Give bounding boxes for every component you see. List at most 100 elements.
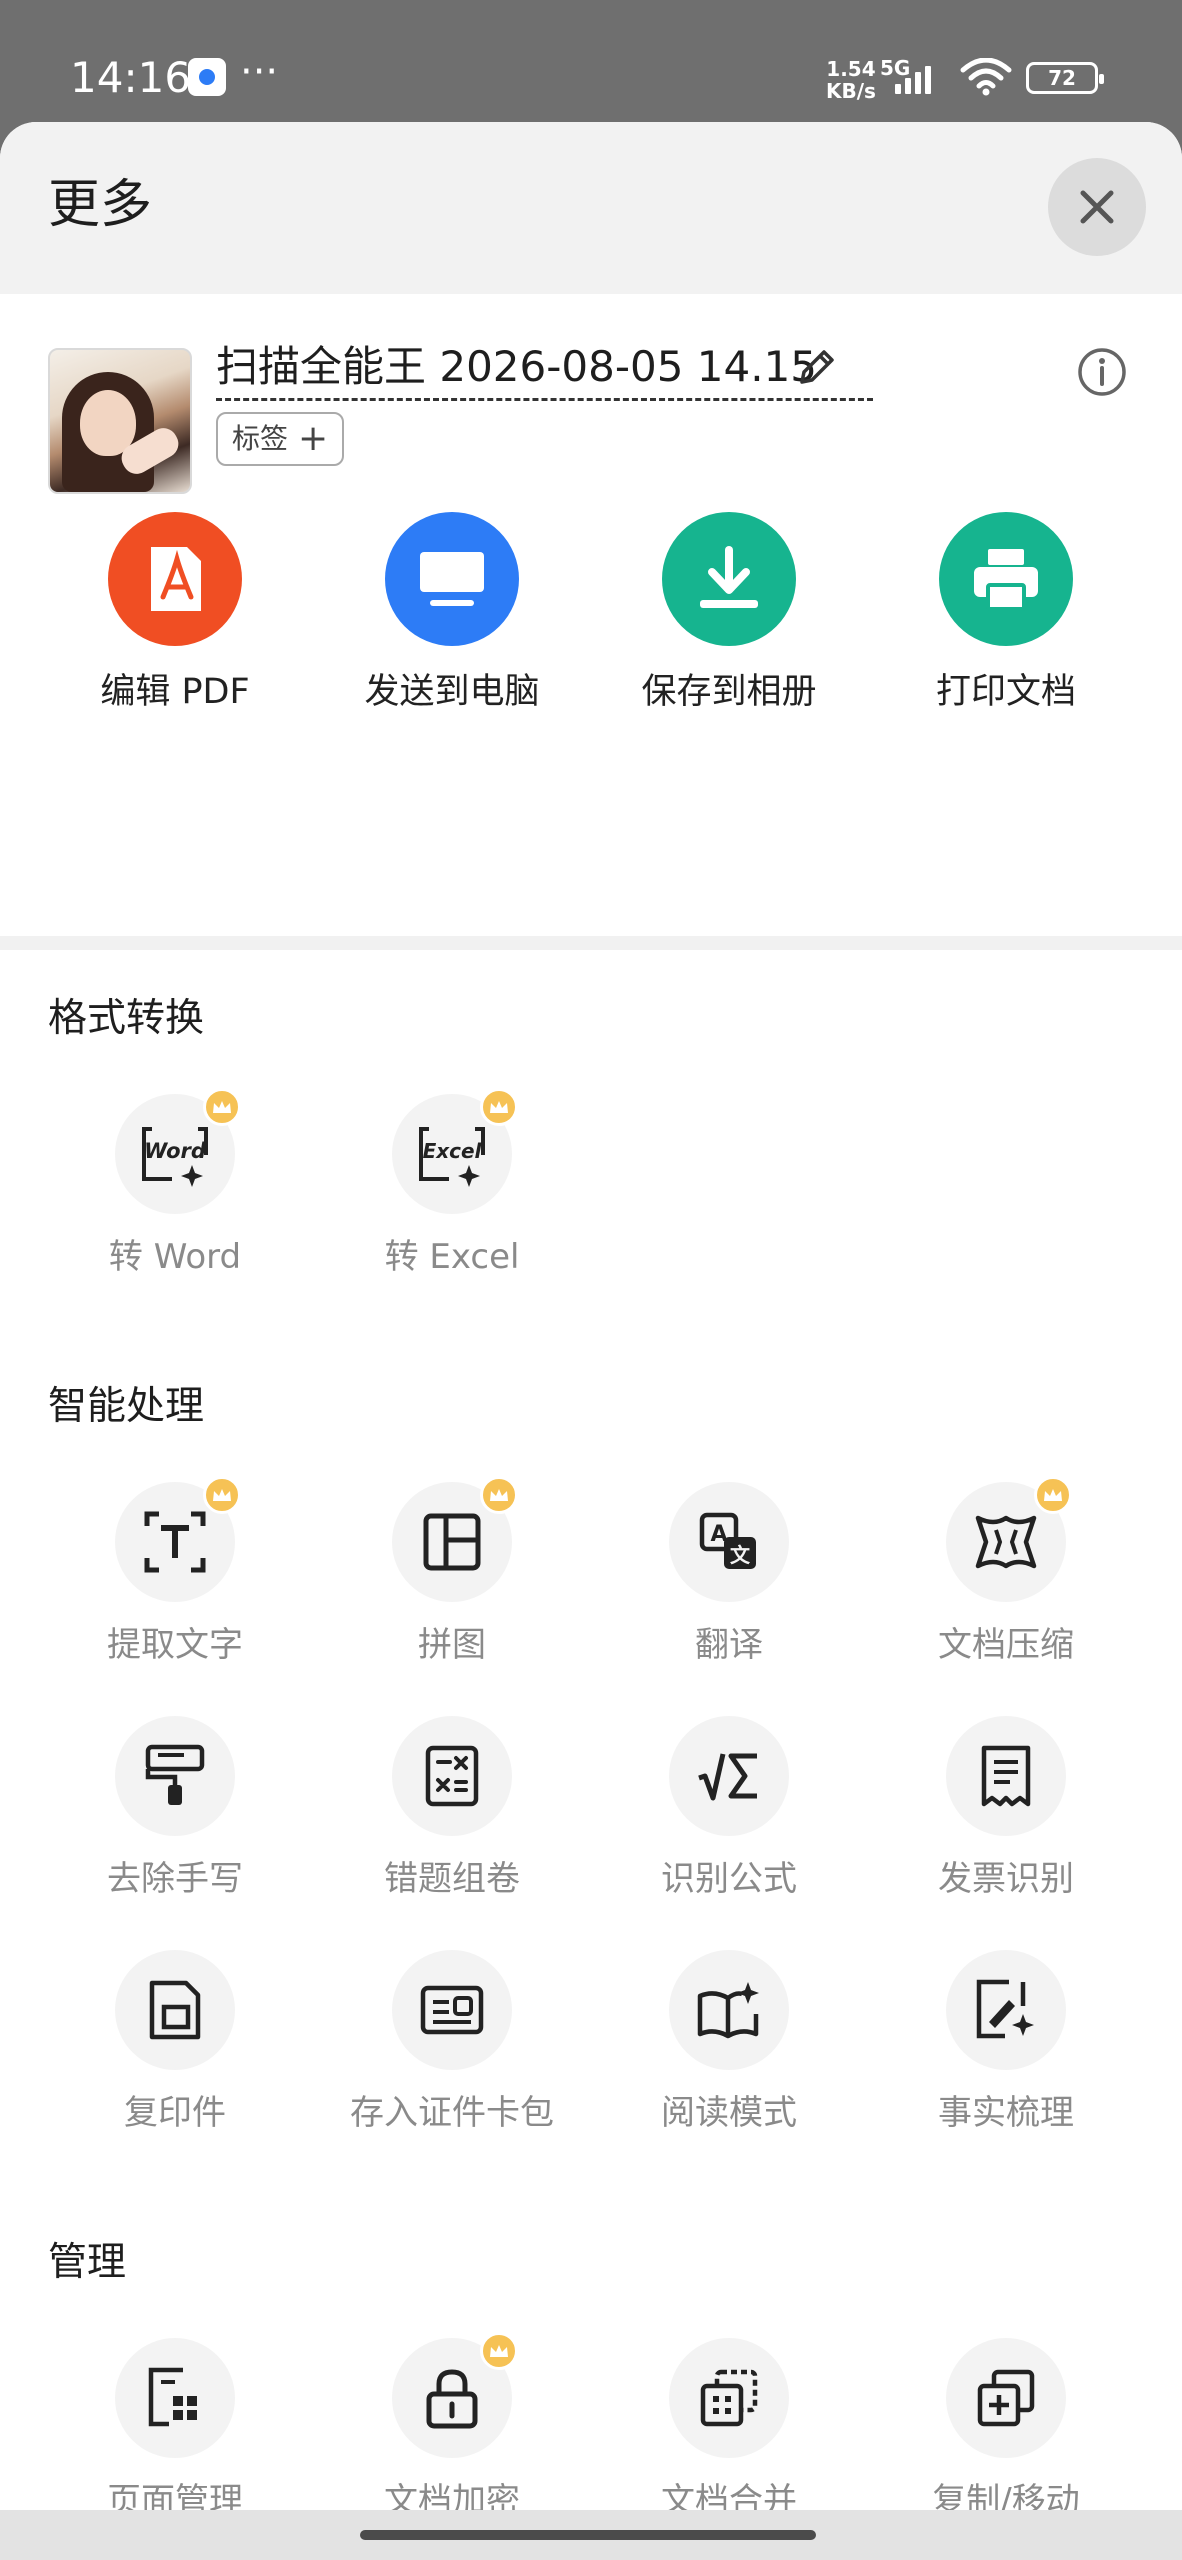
premium-crown-icon: [203, 1476, 241, 1514]
tool-label: 提取文字: [107, 1625, 243, 1665]
excel-icon: Excel: [392, 1088, 518, 1214]
action-label: 编辑 PDF: [100, 672, 250, 712]
merge-icon: [669, 2338, 789, 2458]
more-dots-icon: ···: [240, 49, 279, 95]
convert-excel-button[interactable]: Excel 转 Excel: [313, 1088, 591, 1280]
fact-sorting-button[interactable]: 事实梳理: [867, 1950, 1145, 2136]
recognize-formula-button[interactable]: 识别公式: [590, 1716, 868, 1902]
tool-label: 阅读模式: [661, 2093, 797, 2133]
wifi-icon: [960, 58, 1012, 96]
open-book-icon: [669, 1950, 789, 2070]
premium-crown-icon: [480, 1476, 518, 1514]
premium-crown-icon: [480, 2332, 518, 2370]
premium-crown-icon: [1034, 1476, 1072, 1514]
save-to-card-wallet-button[interactable]: 存入证件卡包: [313, 1950, 591, 2136]
signal-icon: [895, 62, 931, 94]
page-grid-icon: [115, 2338, 235, 2458]
download-icon: [662, 512, 796, 646]
tool-label: 复制/移动: [932, 2481, 1080, 2510]
print-document-button[interactable]: 打印文档: [867, 512, 1145, 716]
convert-word-button[interactable]: Word 转 Word: [36, 1088, 314, 1280]
monitor-icon: [385, 512, 519, 646]
svg-text:文: 文: [730, 1543, 751, 1567]
text-extract-icon: [115, 1476, 241, 1602]
ai-document-icon: [946, 1950, 1066, 2070]
info-icon[interactable]: [1076, 346, 1128, 398]
remove-handwriting-button[interactable]: 去除手写: [36, 1716, 314, 1902]
photocopy-button[interactable]: 复印件: [36, 1950, 314, 2136]
document-name-text: 扫描全能王 2026-08-05 14.15: [216, 342, 818, 391]
invoice-recognition-button[interactable]: 发票识别: [867, 1716, 1145, 1902]
tool-label: 页面管理: [107, 2481, 243, 2510]
extract-text-button[interactable]: 提取文字: [36, 1476, 314, 1668]
tool-label: 存入证件卡包: [350, 2093, 554, 2133]
divider: [0, 936, 1182, 950]
reading-mode-button[interactable]: 阅读模式: [590, 1950, 868, 2136]
tool-label: 转 Excel: [384, 1237, 520, 1277]
premium-crown-icon: [480, 1088, 518, 1126]
tool-label: 文档压缩: [938, 1625, 1074, 1665]
tool-label: 错题组卷: [384, 1859, 520, 1899]
tool-label: 去除手写: [107, 1859, 243, 1899]
home-gesture-handle[interactable]: [360, 2530, 816, 2540]
premium-crown-icon: [203, 1088, 241, 1126]
save-to-album-button[interactable]: 保存到相册: [590, 512, 868, 716]
status-time: 14:16: [70, 53, 192, 102]
network-speed: 1.54 KB/s: [826, 58, 876, 102]
copy-move-button[interactable]: 复制/移动: [867, 2338, 1145, 2510]
status-bar: 14:16 ··· 1.54 KB/s 5G 72: [0, 0, 1182, 122]
section-title-format: 格式转换: [48, 996, 205, 1041]
section-title-manage: 管理: [48, 2240, 127, 2285]
tag-label: 标签: [232, 422, 289, 455]
compress-document-button[interactable]: 文档压缩: [867, 1476, 1145, 1668]
send-to-pc-button[interactable]: 发送到电脑: [313, 512, 591, 716]
battery-icon: 72: [1026, 62, 1104, 94]
formula-icon: [669, 1716, 789, 1836]
copy-icon: [946, 2338, 1066, 2458]
page-management-button[interactable]: 页面管理: [36, 2338, 314, 2510]
photocopy-icon: [115, 1950, 235, 2070]
receipt-icon: [946, 1716, 1066, 1836]
document-thumbnail[interactable]: [48, 348, 192, 494]
merge-documents-button[interactable]: 文档合并: [590, 2338, 868, 2510]
edit-pdf-button[interactable]: 编辑 PDF: [36, 512, 314, 716]
sheet-header: 更多: [0, 122, 1182, 294]
battery-level: 72: [1048, 66, 1076, 90]
action-label: 发送到电脑: [364, 672, 540, 712]
pencil-icon[interactable]: [794, 344, 840, 390]
translate-button[interactable]: A 文 翻译: [590, 1482, 868, 1668]
close-button[interactable]: [1048, 158, 1146, 256]
document-name[interactable]: 扫描全能王 2026-08-05 14.15: [216, 336, 874, 401]
more-sheet: 更多 扫描全能王 2026-08-05 14.15 标签 + 编辑 PDF 发送…: [0, 122, 1182, 2510]
collage-icon: [392, 1476, 518, 1602]
tool-label: 发票识别: [938, 1859, 1074, 1899]
encrypt-document-button[interactable]: 文档加密: [313, 2332, 591, 2510]
speed-unit: KB/s: [826, 79, 876, 103]
quick-actions: 编辑 PDF 发送到电脑 保存到相册 打印文档: [0, 512, 1182, 772]
word-icon: Word: [115, 1088, 241, 1214]
tool-label: 拼图: [418, 1625, 486, 1665]
app-notification-icon: [188, 58, 226, 96]
tool-label: 文档加密: [384, 2481, 520, 2510]
calculator-icon: [392, 1716, 512, 1836]
id-card-icon: [392, 1950, 512, 2070]
tool-label: 文档合并: [661, 2481, 797, 2510]
wrong-questions-button[interactable]: 错题组卷: [313, 1716, 591, 1902]
pdf-icon: [108, 512, 242, 646]
close-icon: [1080, 190, 1114, 224]
svg-text:Word: Word: [144, 1139, 207, 1163]
lock-icon: [392, 2332, 518, 2458]
speed-value: 1.54: [826, 57, 876, 81]
tool-label: 事实梳理: [938, 2093, 1074, 2133]
compress-icon: [946, 1476, 1072, 1602]
tool-label: 翻译: [695, 1625, 763, 1665]
collage-button[interactable]: 拼图: [313, 1476, 591, 1668]
add-tag-button[interactable]: 标签 +: [216, 412, 345, 466]
navigation-bar: [0, 2510, 1182, 2560]
action-label: 打印文档: [935, 672, 1076, 712]
svg-text:Excel: Excel: [423, 1139, 483, 1163]
plus-icon: +: [298, 418, 329, 459]
section-title-smart: 智能处理: [48, 1384, 205, 1429]
tool-label: 识别公式: [661, 1859, 797, 1899]
paint-roller-icon: [115, 1716, 235, 1836]
